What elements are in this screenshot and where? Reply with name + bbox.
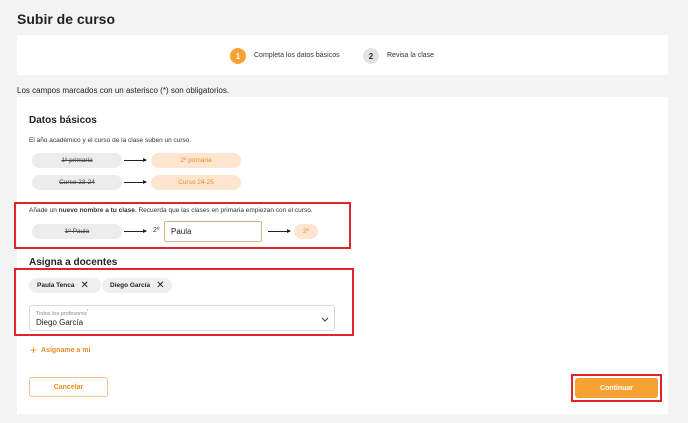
arrow-icon: [268, 229, 291, 233]
current-year-pill: 1º primaria: [32, 153, 122, 168]
assign-me-label: Asígname a mí: [41, 346, 91, 354]
teacher-chip[interactable]: Paula Tenca ✕: [29, 278, 101, 293]
teacher-chip-label: Paula Tenca: [37, 282, 75, 289]
basic-data-heading: Datos básicos: [29, 115, 97, 126]
page-title: Subir de curso: [17, 11, 116, 27]
teachers-select-label: Todos los profesores*: [36, 308, 89, 317]
chevron-down-icon: [321, 317, 329, 322]
remove-icon[interactable]: ✕: [156, 280, 164, 291]
new-course-pill: Curso 24-25: [151, 175, 241, 190]
name-hint: Añade un nuevo nombre a tu clase. Recuer…: [29, 207, 313, 214]
teacher-chip-label: Diego García: [110, 282, 151, 289]
basic-data-description: El año académico y el curso de la clase …: [29, 137, 192, 144]
step-2-indicator: 2: [363, 48, 379, 64]
cancel-button[interactable]: Cancelar: [29, 377, 108, 397]
plus-icon: +: [30, 343, 38, 357]
teachers-select-value: Diego García: [36, 318, 84, 327]
teachers-select-label-text: Todos los profesores: [36, 310, 87, 317]
teachers-select[interactable]: Todos los profesores* Diego García: [29, 305, 335, 331]
old-name-pill: 1º Paula: [32, 224, 122, 239]
continue-button[interactable]: Continuar: [575, 378, 658, 398]
form-card: Datos básicos El año académico y el curs…: [14, 97, 668, 414]
assign-me-link[interactable]: + Asígname a mí: [30, 343, 90, 357]
arrow-icon: [124, 180, 147, 184]
resulting-name-pill: 2º: [294, 224, 318, 239]
remove-icon[interactable]: ✕: [80, 280, 88, 291]
teacher-chip[interactable]: Diego García ✕: [102, 278, 172, 293]
step-2-label: Revisa la clase: [387, 52, 435, 59]
name-prefix: 2º: [153, 227, 160, 234]
class-name-input[interactable]: Paula: [164, 221, 262, 242]
arrow-icon: [124, 229, 147, 233]
new-year-pill: 2º primaria: [151, 153, 241, 168]
name-hint-prefix: Añade un: [29, 207, 59, 214]
name-hint-bold: nuevo nombre a tu clase: [58, 207, 135, 214]
name-hint-suffix: . Recuerda que las clases en primaria em…: [134, 207, 313, 214]
required-fields-note: Los campos marcados con un asterisco (*)…: [17, 86, 230, 95]
step-1-indicator: 1: [230, 48, 246, 64]
arrow-icon: [124, 158, 147, 162]
required-mark: *: [86, 308, 89, 313]
teachers-heading: Asigna a docentes: [29, 257, 118, 268]
step-1-label: Completa los datos básicos: [254, 52, 340, 59]
current-course-pill: Curso 23-24: [32, 175, 122, 190]
stepper: 1 Completa los datos básicos 2 Revisa la…: [17, 35, 668, 75]
